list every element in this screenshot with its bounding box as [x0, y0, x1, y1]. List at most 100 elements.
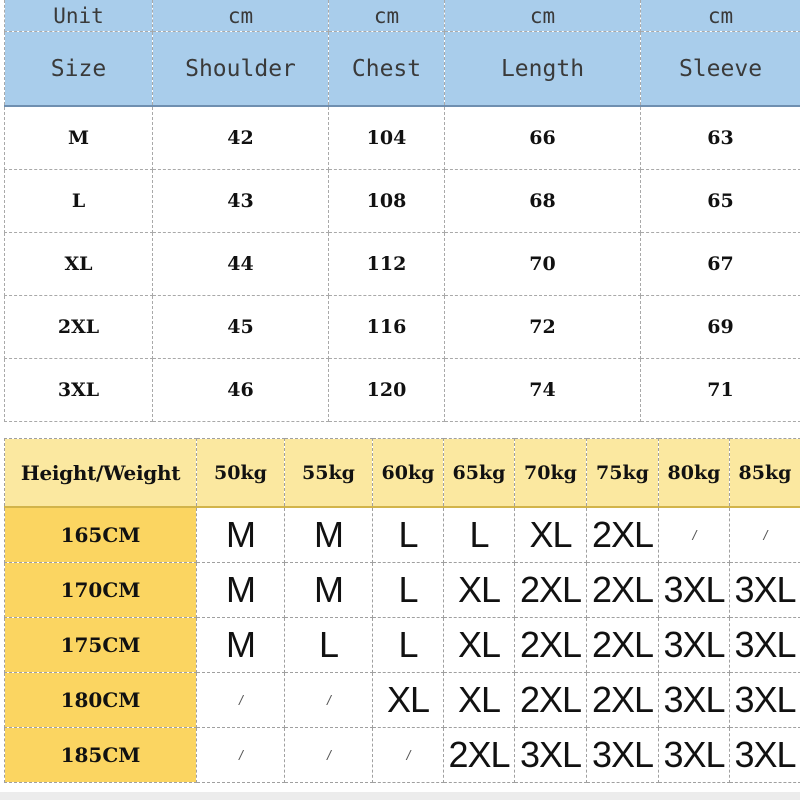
table-row: L 43 108 68 65: [4, 169, 800, 233]
table-row: 3XL 46 120 74 71: [4, 358, 800, 422]
size-label: M: [4, 105, 153, 170]
recommended-size: L: [372, 506, 444, 563]
recommended-size: 2XL: [586, 672, 659, 728]
recommended-size: 2XL: [514, 562, 587, 618]
recommended-size: XL: [514, 506, 587, 563]
size-label: 2XL: [4, 295, 153, 359]
size-label: 3XL: [4, 358, 153, 422]
length-value: 74: [444, 358, 641, 422]
weight-header: 70kg: [514, 438, 587, 508]
header-sleeve: Sleeve: [640, 31, 800, 107]
weight-header: 65kg: [443, 438, 515, 508]
recommended-size: XL: [443, 672, 515, 728]
header-size: Size: [4, 31, 153, 107]
table-row: 185CM / / / 2XL 3XL 3XL 3XL 3XL: [4, 727, 800, 783]
unit-length: cm: [444, 0, 641, 32]
sleeve-value: 65: [640, 169, 800, 233]
recommended-size: 2XL: [586, 617, 659, 673]
recommended-size: 2XL: [514, 617, 587, 673]
recommended-size: 3XL: [514, 727, 587, 783]
length-value: 68: [444, 169, 641, 233]
chest-value: 104: [328, 105, 445, 170]
height-label: 180CM: [4, 672, 197, 728]
recommended-size: 3XL: [729, 562, 800, 618]
recommended-size: 3XL: [658, 562, 730, 618]
unit-row: Unit cm cm cm cm: [4, 0, 800, 32]
recommended-size: 3XL: [729, 672, 800, 728]
shoulder-value: 45: [152, 295, 329, 359]
length-value: 70: [444, 232, 641, 296]
sleeve-value: 63: [640, 105, 800, 170]
recommended-size: 2XL: [514, 672, 587, 728]
recommended-size: 2XL: [586, 506, 659, 563]
recommended-size: M: [196, 506, 285, 563]
recommended-size: 3XL: [586, 727, 659, 783]
recommended-size: XL: [443, 617, 515, 673]
table-row: 180CM / / XL XL 2XL 2XL 3XL 3XL: [4, 672, 800, 728]
recommended-size: /: [729, 506, 800, 563]
height-label: 185CM: [4, 727, 197, 783]
weight-header: 60kg: [372, 438, 444, 508]
recommended-size: /: [284, 672, 373, 728]
height-weight-table: Height/Weight 50kg 55kg 60kg 65kg 70kg 7…: [4, 438, 800, 783]
recommended-size: 2XL: [586, 562, 659, 618]
bottom-strip: [0, 792, 800, 800]
recommended-size: L: [443, 506, 515, 563]
table-row: 175CM M L L XL 2XL 2XL 3XL 3XL: [4, 617, 800, 673]
recommended-size: M: [284, 562, 373, 618]
chest-value: 116: [328, 295, 445, 359]
recommended-size: M: [284, 506, 373, 563]
weight-header: 50kg: [196, 438, 285, 508]
length-value: 72: [444, 295, 641, 359]
size-label: XL: [4, 232, 153, 296]
weight-header: 85kg: [729, 438, 800, 508]
height-weight-label: Height/Weight: [4, 438, 197, 508]
shoulder-value: 43: [152, 169, 329, 233]
header-length: Length: [444, 31, 641, 107]
recommended-size: XL: [443, 562, 515, 618]
weight-header-row: Height/Weight 50kg 55kg 60kg 65kg 70kg 7…: [4, 438, 800, 508]
recommended-size: XL: [372, 672, 444, 728]
sleeve-value: 71: [640, 358, 800, 422]
shoulder-value: 42: [152, 105, 329, 170]
chest-value: 108: [328, 169, 445, 233]
table-row: XL 44 112 70 67: [4, 232, 800, 296]
unit-shoulder: cm: [152, 0, 329, 32]
recommended-size: 3XL: [729, 727, 800, 783]
size-measurement-table: Unit cm cm cm cm Size Shoulder Chest Len…: [4, 0, 800, 422]
recommended-size: 3XL: [658, 727, 730, 783]
weight-header: 55kg: [284, 438, 373, 508]
chest-value: 120: [328, 358, 445, 422]
recommended-size: /: [196, 672, 285, 728]
length-value: 66: [444, 105, 641, 170]
recommended-size: /: [372, 727, 444, 783]
unit-sleeve: cm: [640, 0, 800, 32]
recommended-size: L: [372, 562, 444, 618]
chest-value: 112: [328, 232, 445, 296]
recommended-size: L: [372, 617, 444, 673]
recommended-size: 3XL: [658, 672, 730, 728]
table-row: 170CM M M L XL 2XL 2XL 3XL 3XL: [4, 562, 800, 618]
sleeve-value: 67: [640, 232, 800, 296]
table-row: M 42 104 66 63: [4, 105, 800, 170]
shoulder-value: 44: [152, 232, 329, 296]
table-row: 2XL 45 116 72 69: [4, 295, 800, 359]
recommended-size: 3XL: [658, 617, 730, 673]
table-divider: [0, 428, 800, 429]
recommended-size: /: [196, 727, 285, 783]
height-label: 165CM: [4, 506, 197, 563]
header-shoulder: Shoulder: [152, 31, 329, 107]
recommended-size: M: [196, 617, 285, 673]
table-row: 165CM M M L L XL 2XL / /: [4, 506, 800, 563]
unit-chest: cm: [328, 0, 445, 32]
height-label: 170CM: [4, 562, 197, 618]
weight-header: 80kg: [658, 438, 730, 508]
header-chest: Chest: [328, 31, 445, 107]
shoulder-value: 46: [152, 358, 329, 422]
sleeve-value: 69: [640, 295, 800, 359]
size-label: L: [4, 169, 153, 233]
recommended-size: /: [284, 727, 373, 783]
measurement-header-row: Size Shoulder Chest Length Sleeve: [4, 31, 800, 107]
height-label: 175CM: [4, 617, 197, 673]
recommended-size: /: [658, 506, 730, 563]
